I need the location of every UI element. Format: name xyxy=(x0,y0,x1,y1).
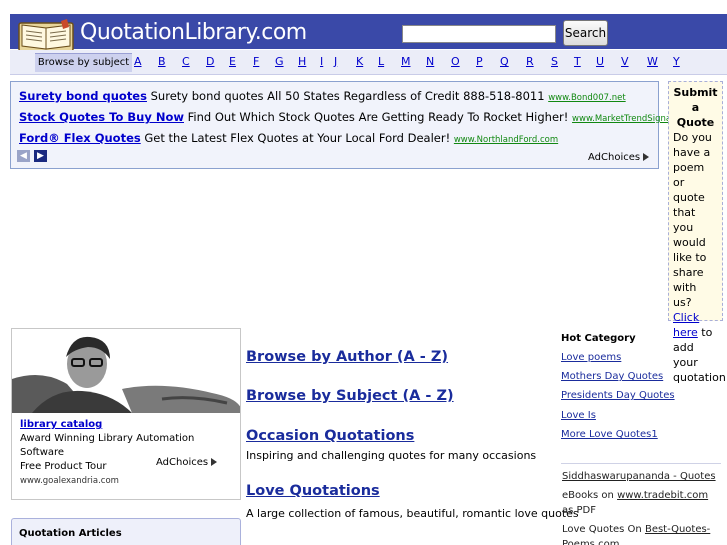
ad-photo xyxy=(12,329,240,413)
alpha-link-q[interactable]: Q xyxy=(500,55,509,68)
ad-item: Ford® Flex Quotes Get the Latest Flex Qu… xyxy=(19,131,558,145)
love-description: A large collection of famous, beautiful,… xyxy=(246,507,579,520)
ad-line: Award Winning Library Automation Softwar… xyxy=(20,433,195,458)
submit-title-line1: Submit xyxy=(673,86,718,99)
alpha-link-j[interactable]: J xyxy=(334,55,337,68)
chevron-right-icon[interactable]: ▶ xyxy=(34,150,47,162)
adchoices-label: AdChoices xyxy=(588,152,641,163)
alpha-link-e[interactable]: E xyxy=(229,55,236,68)
alpha-link-t[interactable]: T xyxy=(574,55,581,68)
alpha-link-h[interactable]: H xyxy=(298,55,306,68)
search-input[interactable] xyxy=(402,25,556,43)
quotation-articles-box: Quotation Articles xyxy=(11,518,241,545)
browse-by-subject-tab[interactable]: Browse by subject xyxy=(35,53,132,72)
alpha-link-p[interactable]: P xyxy=(476,55,483,68)
quotation-articles-title: Quotation Articles xyxy=(19,528,122,539)
occasion-quotations-link[interactable]: Occasion Quotations xyxy=(246,428,414,444)
ad-text: Find Out Which Stock Quotes Are Getting … xyxy=(187,110,569,124)
adchoices-link[interactable]: AdChoices xyxy=(156,457,218,468)
text-ads-box: Surety bond quotes Surety bond quotes Al… xyxy=(10,81,694,169)
alpha-link-w[interactable]: W xyxy=(647,55,658,68)
ad-item: Stock Quotes To Buy Now Find Out Which S… xyxy=(19,110,694,124)
alpha-link-o[interactable]: O xyxy=(451,55,460,68)
hot-category-link[interactable]: Love Is xyxy=(561,410,596,421)
hot-category-link[interactable]: Love poems xyxy=(561,352,621,363)
ebooks-line: eBooks on www.tradebit.com as PDF xyxy=(562,488,722,518)
alpha-link-y[interactable]: Y xyxy=(673,55,680,68)
alphabet-nav: Browse by subject A B C D E F G H I J K … xyxy=(10,50,727,75)
site-logo-text[interactable]: QuotationLibrary.com xyxy=(80,20,307,45)
alpha-link-k[interactable]: K xyxy=(356,55,363,68)
alpha-link-g[interactable]: G xyxy=(275,55,284,68)
ad-url-link[interactable]: www.NorthlandFord.com xyxy=(454,135,558,145)
image-ad[interactable]: library catalog Award Winning Library Au… xyxy=(11,328,241,500)
adchoices-link[interactable]: AdChoices xyxy=(588,152,650,163)
browse-by-author-link[interactable]: Browse by Author (A - Z) xyxy=(246,349,448,365)
submit-click-here-link[interactable]: Click here xyxy=(673,311,699,339)
submit-text: Do you have a poem or quote that you wou… xyxy=(673,131,712,309)
love-quotes-line: Love Quotes On Best-Quotes-Poems.com xyxy=(562,522,722,545)
adchoices-icon xyxy=(643,153,650,161)
ebooks-prefix: eBooks on xyxy=(562,490,618,501)
open-book-icon[interactable] xyxy=(17,19,75,53)
siddha-quotes-link[interactable]: Siddhaswarupananda - Quotes xyxy=(562,469,716,484)
alpha-link-v[interactable]: V xyxy=(621,55,629,68)
hot-category-link[interactable]: Presidents Day Quotes xyxy=(561,390,675,401)
alpha-link-r[interactable]: R xyxy=(526,55,534,68)
hot-category-title: Hot Category xyxy=(561,333,636,344)
ad-title-link[interactable]: Ford® Flex Quotes xyxy=(19,131,141,145)
adchoices-label: AdChoices xyxy=(156,457,209,468)
alpha-link-f[interactable]: F xyxy=(253,55,259,68)
ad-title-link[interactable]: Stock Quotes To Buy Now xyxy=(19,110,184,124)
ad-item: Surety bond quotes Surety bond quotes Al… xyxy=(19,89,626,103)
love-quotes-prefix: Love Quotes On xyxy=(562,524,645,535)
submit-quote-box: Submit a Quote Do you have a poem or quo… xyxy=(668,81,726,384)
occasion-description: Inspiring and challenging quotes for man… xyxy=(246,449,537,462)
ad-title-link[interactable]: Surety bond quotes xyxy=(19,89,147,103)
alpha-link-l[interactable]: L xyxy=(378,55,384,68)
alpha-link-a[interactable]: A xyxy=(134,55,142,68)
ad-text: Surety bond quotes All 50 States Regardl… xyxy=(150,89,545,103)
alpha-link-m[interactable]: M xyxy=(401,55,411,68)
ad-caption: library catalog Award Winning Library Au… xyxy=(20,418,240,488)
site-header: QuotationLibrary.com Search xyxy=(10,14,727,52)
browse-by-subject-link[interactable]: Browse by Subject (A - Z) xyxy=(246,388,454,404)
hot-category-link[interactable]: More Love Quotes1 xyxy=(561,429,658,440)
tradebit-link[interactable]: www.tradebit.com xyxy=(617,490,708,501)
submit-quote-title: Submit a Quote xyxy=(673,85,718,130)
alpha-link-i[interactable]: I xyxy=(320,55,323,68)
alpha-link-d[interactable]: D xyxy=(206,55,214,68)
submit-title-line2: a Quote xyxy=(676,101,715,129)
ad-url-link[interactable]: www.Bond007.net xyxy=(548,93,625,103)
alpha-link-b[interactable]: B xyxy=(158,55,166,68)
alpha-link-u[interactable]: U xyxy=(596,55,604,68)
search-button[interactable]: Search xyxy=(563,20,608,46)
chevron-left-icon[interactable]: ◀ xyxy=(17,150,30,162)
love-quotations-link[interactable]: Love Quotations xyxy=(246,483,380,499)
hot-category-link[interactable]: Mothers Day Quotes xyxy=(561,371,663,382)
adchoices-icon xyxy=(211,458,218,466)
alpha-link-c[interactable]: C xyxy=(182,55,190,68)
ad-title-link[interactable]: library catalog xyxy=(20,418,240,432)
ad-text: Get the Latest Flex Quotes at Your Local… xyxy=(144,131,451,145)
ebooks-suffix: as PDF xyxy=(562,505,596,516)
ad-url[interactable]: www.goalexandria.com xyxy=(20,474,240,488)
alpha-link-s[interactable]: S xyxy=(551,55,558,68)
alpha-link-n[interactable]: N xyxy=(426,55,434,68)
divider xyxy=(561,463,721,464)
